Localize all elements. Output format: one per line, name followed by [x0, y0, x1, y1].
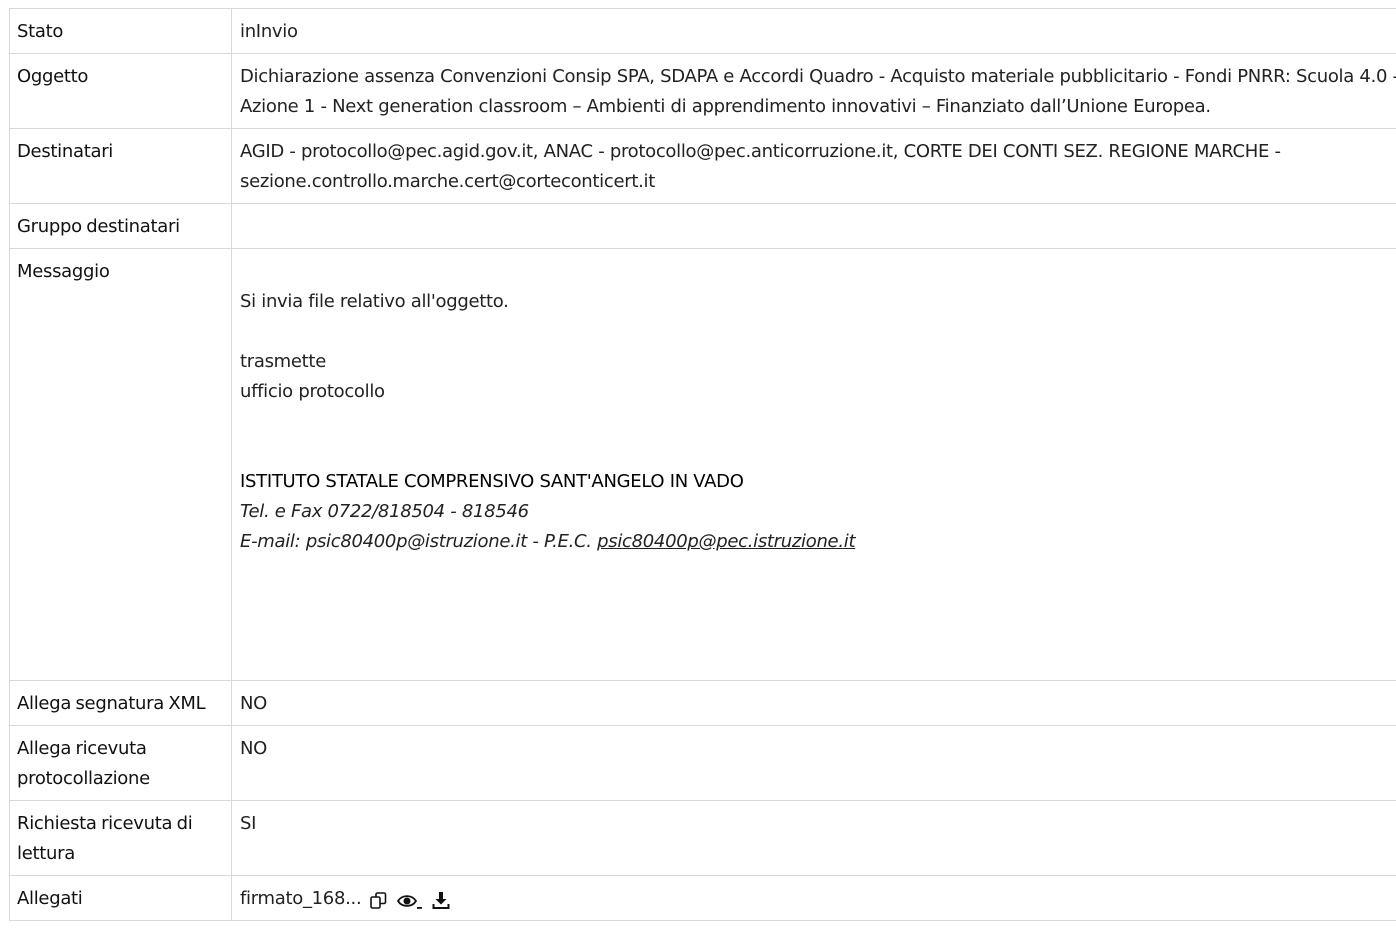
message-tel: Tel. e Fax 0722/818504 - 818546 [240, 501, 529, 522]
label-gruppo-destinatari: Gruppo destinatari [9, 203, 232, 249]
label-allegati: Allegati [9, 875, 232, 921]
message-line-3: ufficio protocollo [240, 381, 385, 402]
value-allegati: firmato_168... [231, 875, 1396, 921]
label-allega-ricevuta: Allega ricevuta protocollazione [9, 725, 232, 801]
value-richiesta-ricevuta: SI [231, 800, 1396, 876]
label-messaggio: Messaggio [9, 248, 232, 681]
row-stato: Stato inInvio [9, 8, 1396, 54]
message-email-line: E-mail: psic80400p@istruzione.it - P.E.C… [240, 527, 1396, 557]
row-richiesta-ricevuta: Richiesta ricevuta di lettura SI [9, 800, 1396, 876]
row-gruppo-destinatari: Gruppo destinatari [9, 203, 1396, 249]
row-allega-ricevuta: Allega ricevuta protocollazione NO [9, 725, 1396, 801]
label-oggetto: Oggetto [9, 53, 232, 129]
row-messaggio: Messaggio Si invia file relativo all'ogg… [9, 248, 1396, 681]
label-destinatari: Destinatari [9, 128, 232, 204]
row-destinatari: Destinatari AGID - protocollo@pec.agid.g… [9, 128, 1396, 204]
value-allega-segnatura: NO [231, 680, 1396, 726]
row-oggetto: Oggetto Dichiarazione assenza Convenzion… [9, 53, 1396, 129]
label-richiesta-ricevuta: Richiesta ricevuta di lettura [9, 800, 232, 876]
message-line-1: Si invia file relativo all'oggetto. [240, 291, 509, 312]
value-destinatari: AGID - protocollo@pec.agid.gov.it, ANAC … [231, 128, 1396, 204]
value-messaggio: Si invia file relativo all'oggetto. tras… [231, 248, 1396, 681]
message-detail-table: Stato inInvio Oggetto Dichiarazione asse… [9, 8, 1396, 921]
row-allegati: Allegati firmato_168... [9, 875, 1396, 921]
row-allega-segnatura: Allega segnatura XML NO [9, 680, 1396, 726]
eye-icon[interactable] [397, 891, 423, 911]
value-allega-ricevuta: NO [231, 725, 1396, 801]
message-org-name: ISTITUTO STATALE COMPRENSIVO SANT'ANGELO… [240, 471, 744, 492]
message-line-2: trasmette [240, 351, 326, 372]
value-gruppo-destinatari [231, 203, 1396, 249]
label-allega-segnatura: Allega segnatura XML [9, 680, 232, 726]
pec-link[interactable]: psic80400p@pec.istruzione.it [597, 531, 855, 552]
value-oggetto: Dichiarazione assenza Convenzioni Consip… [231, 53, 1396, 129]
value-stato: inInvio [231, 8, 1396, 54]
download-icon[interactable] [431, 891, 451, 911]
attachment-file-name[interactable]: firmato_168... [240, 884, 362, 914]
label-stato: Stato [9, 8, 232, 54]
copy-icon[interactable] [369, 891, 389, 911]
message-email-prefix: E-mail: psic80400p@istruzione.it - P.E.C… [240, 531, 592, 552]
